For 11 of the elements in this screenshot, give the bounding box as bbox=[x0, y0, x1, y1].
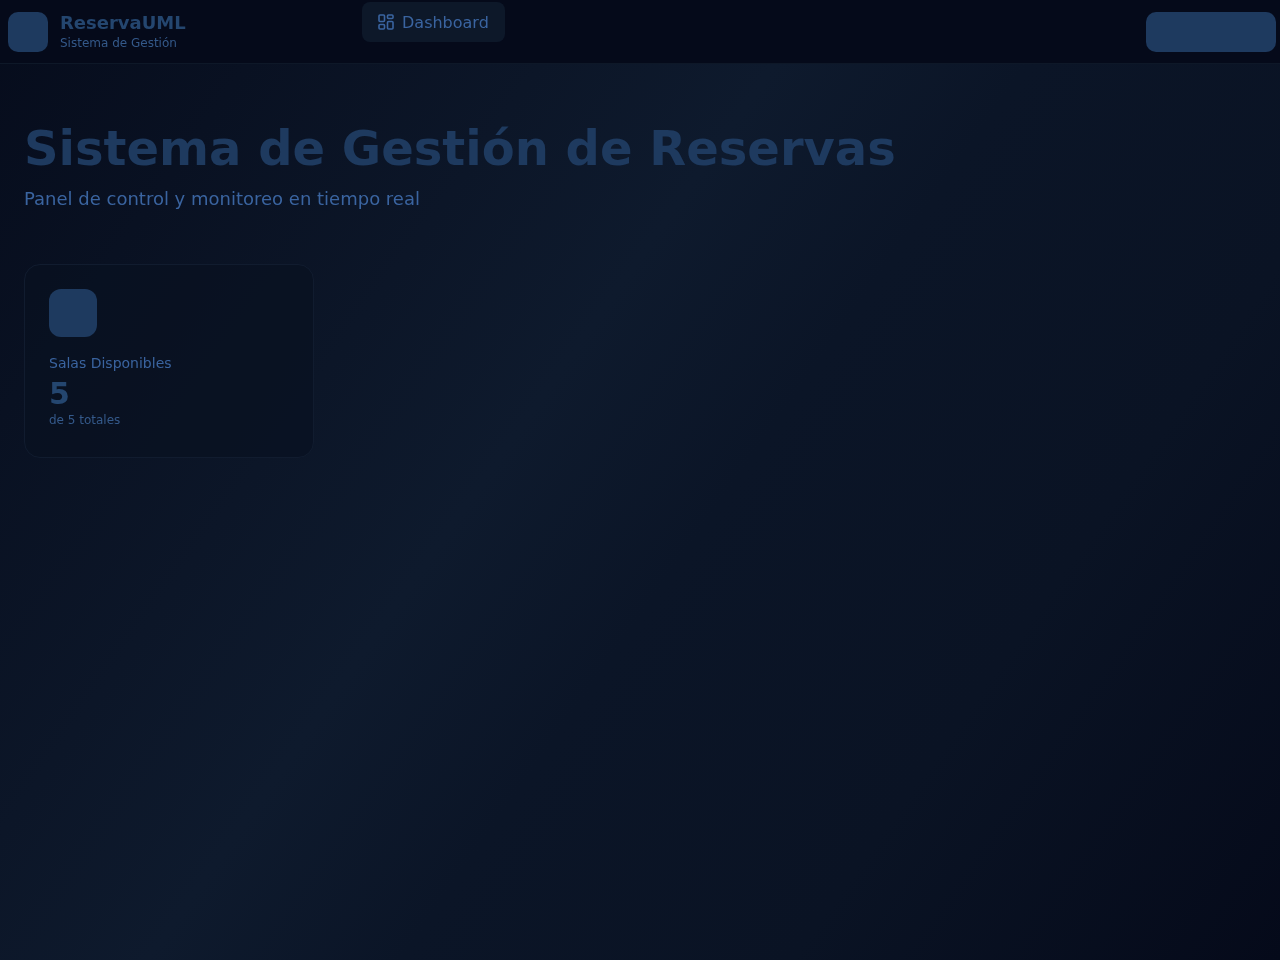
stat-detail: de 5 totales bbox=[49, 412, 121, 428]
stat-tile-icon bbox=[49, 289, 97, 337]
header-button[interactable] bbox=[1146, 12, 1276, 52]
logo-icon bbox=[8, 11, 48, 52]
dashboard-grid-icon bbox=[378, 14, 394, 30]
nav-tab[interactable]: Dashboard bbox=[362, 2, 505, 42]
page-subtitle: Panel de control y monitoreo en tiempo real bbox=[24, 188, 420, 210]
stat-value: 5 bbox=[49, 378, 70, 410]
brand-name: ReservaUML bbox=[60, 13, 186, 33]
brand-subtitle: Sistema de Gestión bbox=[60, 36, 178, 50]
stat-label: Salas Disponibles bbox=[49, 354, 172, 372]
